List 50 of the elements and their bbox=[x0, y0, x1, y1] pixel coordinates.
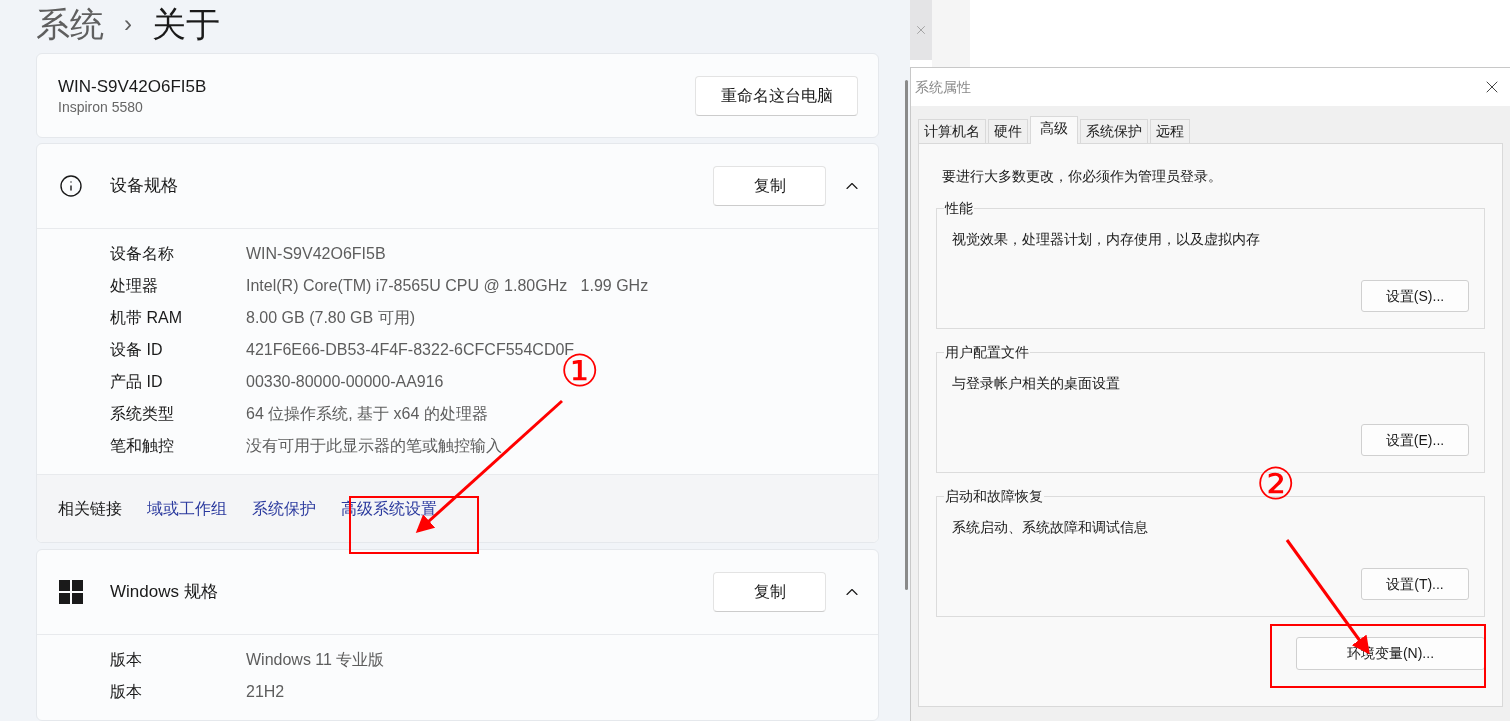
spec-value: 00330-80000-00000-AA916 bbox=[246, 372, 444, 392]
dialog-title: 系统属性 bbox=[915, 77, 971, 97]
section-title: 设备规格 bbox=[110, 175, 178, 198]
spec-label: 设备 ID bbox=[110, 340, 164, 360]
related-link[interactable]: 系统保护 bbox=[252, 496, 316, 521]
spec-label: 处理器 bbox=[110, 276, 159, 296]
group-title: 启动和故障恢复 bbox=[944, 486, 1044, 506]
copy-button[interactable]: 复制 bbox=[713, 572, 826, 612]
spec-label: 笔和触控 bbox=[110, 436, 175, 456]
section-title: Windows 规格 bbox=[110, 581, 218, 604]
breadcrumb-parent[interactable]: 系统 bbox=[36, 2, 104, 46]
group-description: 视觉效果，处理器计划，内存使用，以及虚拟内存 bbox=[952, 230, 1261, 249]
group-title: 用户配置文件 bbox=[944, 342, 1030, 362]
pc-model: Inspiron 5580 bbox=[58, 97, 144, 116]
spec-label: 产品 ID bbox=[110, 372, 164, 392]
spec-value: 8.00 GB (7.80 GB 可用) bbox=[246, 308, 415, 328]
spec-value: Intel(R) Core(TM) i7-8565U CPU @ 1.80GHz 1.99 GHz bbox=[246, 276, 649, 296]
dialog-tab[interactable]: 计算机名 bbox=[918, 119, 986, 143]
spec-label: 设备名称 bbox=[110, 244, 175, 264]
settings-button[interactable]: 设置(S)... bbox=[1361, 280, 1469, 312]
page-title: 关于 bbox=[152, 4, 220, 45]
settings-button[interactable]: 设置(E)... bbox=[1361, 424, 1469, 456]
related-links-label: 相关链接 bbox=[58, 498, 122, 519]
spec-value: 没有可用于此显示器的笔或触控输入 bbox=[246, 436, 502, 456]
spec-value: 64 位操作系统, 基于 x64 的处理器 bbox=[246, 404, 488, 424]
info-icon bbox=[59, 174, 83, 198]
spec-label: 版本 bbox=[110, 650, 143, 670]
copy-button[interactable]: 复制 bbox=[713, 166, 826, 206]
spec-value: 21H2 bbox=[246, 682, 285, 702]
breadcrumb-separator: › bbox=[124, 9, 132, 39]
spec-value: WIN-S9V42O6FI5B bbox=[246, 244, 386, 264]
step-number: ② bbox=[1256, 458, 1295, 510]
rename-button[interactable]: 重命名这台电脑 bbox=[695, 75, 858, 116]
spec-label: 机带 RAM bbox=[110, 308, 183, 328]
dialog-tab[interactable]: 硬件 bbox=[988, 119, 1028, 143]
dialog-tab[interactable]: 高级 bbox=[1030, 116, 1078, 144]
group-description: 系统启动、系统故障和调试信息 bbox=[952, 518, 1149, 537]
windows-logo-icon bbox=[59, 580, 83, 604]
dialog-tab[interactable]: 远程 bbox=[1150, 119, 1190, 143]
group-description: 与登录帐户相关的桌面设置 bbox=[952, 374, 1121, 393]
admin-notice: 要进行大多数更改，你必须作为管理员登录。 bbox=[942, 167, 1223, 186]
dialog-tab[interactable]: 系统保护 bbox=[1080, 119, 1148, 143]
related-link[interactable]: 域或工作组 bbox=[147, 496, 227, 521]
spec-value: Windows 11 专业版 bbox=[246, 650, 385, 670]
group-title: 性能 bbox=[944, 198, 974, 218]
settings-button[interactable]: 设置(T)... bbox=[1361, 568, 1469, 600]
spec-label: 版本 bbox=[110, 682, 143, 702]
pc-name: WIN-S9V42O6FI5B bbox=[58, 75, 207, 98]
spec-label: 系统类型 bbox=[110, 404, 175, 424]
scrollbar-thumb[interactable] bbox=[905, 80, 908, 590]
